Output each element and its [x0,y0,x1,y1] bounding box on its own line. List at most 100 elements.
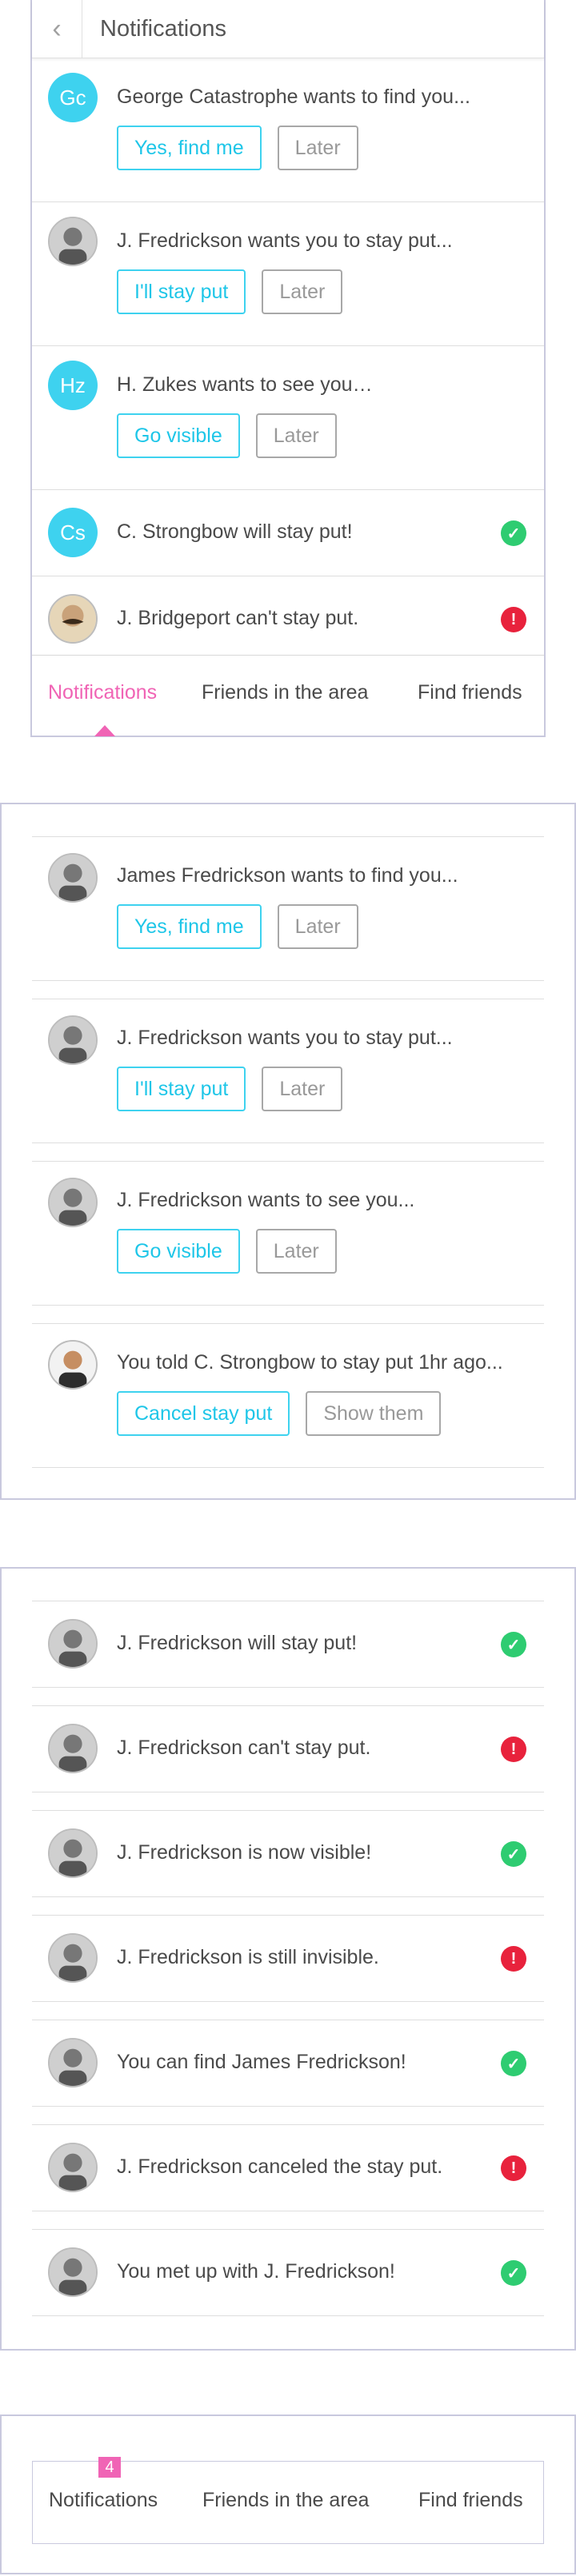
show-them-button[interactable]: Show them [306,1391,442,1436]
notification-text: J. Fredrickson wants you to stay put... [117,1027,453,1049]
header: ‹ Notifications [32,0,544,58]
status-list: J. Fredrickson will stay put! ✓ J. Fredr… [32,1601,544,2316]
exclamation-circle-icon: ! [501,1946,526,1972]
notification-item: You can find James Fredrickson! ✓ [32,2020,544,2107]
mustache-photo-icon [50,596,96,642]
notification-text: J. Fredrickson wants you to stay put... [117,229,453,252]
avatar: Gc [48,73,98,122]
smiling-person-photo-icon [50,1342,96,1388]
stay-put-button[interactable]: I'll stay put [117,269,246,314]
avatar [48,2038,98,2088]
page-title: Notifications [100,15,226,42]
avatar [48,853,98,903]
back-button[interactable]: ‹ [32,0,82,58]
go-visible-button[interactable]: Go visible [117,413,240,458]
notification-text: J. Fredrickson is still invisible. [117,1946,379,1968]
chevron-left-icon: ‹ [52,13,62,44]
exclamation-circle-icon: ! [501,1737,526,1762]
avatar [48,1828,98,1878]
notification-item: Gc George Catastrophe wants to find you.… [32,58,544,202]
yes-find-me-button[interactable]: Yes, find me [117,904,262,949]
notification-requests-panel: James Fredrickson wants to find you... Y… [0,803,576,1500]
check-circle-icon: ✓ [501,2260,526,2286]
notifications-screen: ‹ Notifications Gc George Catastrophe wa… [30,0,546,737]
notification-item: J. Fredrickson canceled the stay put. ! [32,2125,544,2211]
notification-text: J. Fredrickson is now visible! [117,1841,372,1864]
tab-notifications[interactable]: Notifications [49,2489,158,2512]
avatar [48,2143,98,2192]
tab-find-friends[interactable]: Find friends [418,2489,523,2512]
stay-put-button[interactable]: I'll stay put [117,1067,246,1111]
avatar [48,594,98,644]
tab-bar-badge-panel: 4 Notifications Friends in the area Find… [0,2415,576,2574]
person-photo-icon [50,1179,96,1226]
avatar [48,1015,98,1065]
avatar: Hz [48,361,98,410]
check-circle-icon: ✓ [501,2051,526,2076]
notification-text: J. Fredrickson will stay put! [117,1632,358,1654]
notification-item: J. Fredrickson wants you to stay put... … [32,202,544,346]
notification-text: C. Strongbow will stay put! [117,520,353,543]
notification-text: J. Fredrickson can't stay put. [117,1737,371,1759]
person-photo-icon [50,2040,96,2086]
person-photo-icon [50,1017,96,1063]
avatar [48,2247,98,2297]
tab-find-friends[interactable]: Find friends [418,681,522,704]
notification-text: You can find James Fredrickson! [117,2051,406,2073]
exclamation-circle-icon: ! [501,2155,526,2181]
notification-item: You told C. Strongbow to stay put 1hr ag… [32,1324,544,1468]
active-tab-indicator [94,725,115,736]
notification-text: J. Fredrickson wants to see you... [117,1189,415,1211]
later-button[interactable]: Later [277,904,358,949]
yes-find-me-button[interactable]: Yes, find me [117,126,262,170]
notification-status-panel: J. Fredrickson will stay put! ✓ J. Fredr… [0,1567,576,2351]
avatar [48,217,98,266]
avatar [48,1724,98,1773]
later-button[interactable]: Later [262,1067,343,1111]
person-photo-icon [50,1725,96,1772]
check-circle-icon: ✓ [501,1632,526,1657]
notification-text: You told C. Strongbow to stay put 1hr ag… [117,1351,503,1374]
avatar [48,1619,98,1669]
notification-text: H. Zukes wants to see you… [117,373,373,396]
cancel-stay-put-button[interactable]: Cancel stay put [117,1391,290,1436]
notification-item: J. Bridgeport can't stay put. ! [32,576,544,661]
later-button[interactable]: Later [255,1229,337,1274]
person-photo-icon [50,855,96,901]
person-photo-icon [50,2249,96,2295]
person-photo-icon [50,1935,96,1981]
person-photo-icon [50,1621,96,1667]
notification-text: J. Fredrickson canceled the stay put. [117,2155,443,2178]
later-button[interactable]: Later [277,126,358,170]
tab-bar: Notifications Friends in the area Find f… [32,655,544,736]
notification-text: George Catastrophe wants to find you... [117,86,470,108]
notification-count-badge: 4 [98,2457,121,2478]
notification-item: J. Fredrickson wants to see you... Go vi… [32,1162,544,1306]
notification-text: J. Bridgeport can't stay put. [117,607,359,629]
tab-notifications[interactable]: Notifications [48,681,157,704]
notification-item: Hz H. Zukes wants to see you… Go visible… [32,346,544,490]
notification-item: James Fredrickson wants to find you... Y… [32,837,544,981]
person-photo-icon [50,2144,96,2191]
tab-friends-in-area[interactable]: Friends in the area [202,2489,369,2512]
request-list: James Fredrickson wants to find you... Y… [32,836,544,1468]
check-circle-icon: ✓ [501,520,526,546]
check-circle-icon: ✓ [501,1841,526,1867]
later-button[interactable]: Later [262,269,343,314]
notification-item: J. Fredrickson will stay put! ✓ [32,1601,544,1688]
avatar [48,1933,98,1983]
exclamation-circle-icon: ! [501,607,526,632]
go-visible-button[interactable]: Go visible [117,1229,240,1274]
avatar [48,1178,98,1227]
notification-item: Cs C. Strongbow will stay put! ✓ [32,490,544,576]
later-button[interactable]: Later [255,413,337,458]
avatar: Cs [48,508,98,557]
avatar [48,1340,98,1390]
tab-friends-in-area[interactable]: Friends in the area [202,681,368,704]
tab-bar: 4 Notifications Friends in the area Find… [32,2457,544,2544]
notification-item: J. Fredrickson can't stay put. ! [32,1706,544,1792]
notification-text: You met up with J. Fredrickson! [117,2260,395,2283]
person-photo-icon [50,1830,96,1876]
notification-text: James Fredrickson wants to find you... [117,864,458,887]
notification-item: J. Fredrickson is still invisible. ! [32,1916,544,2002]
